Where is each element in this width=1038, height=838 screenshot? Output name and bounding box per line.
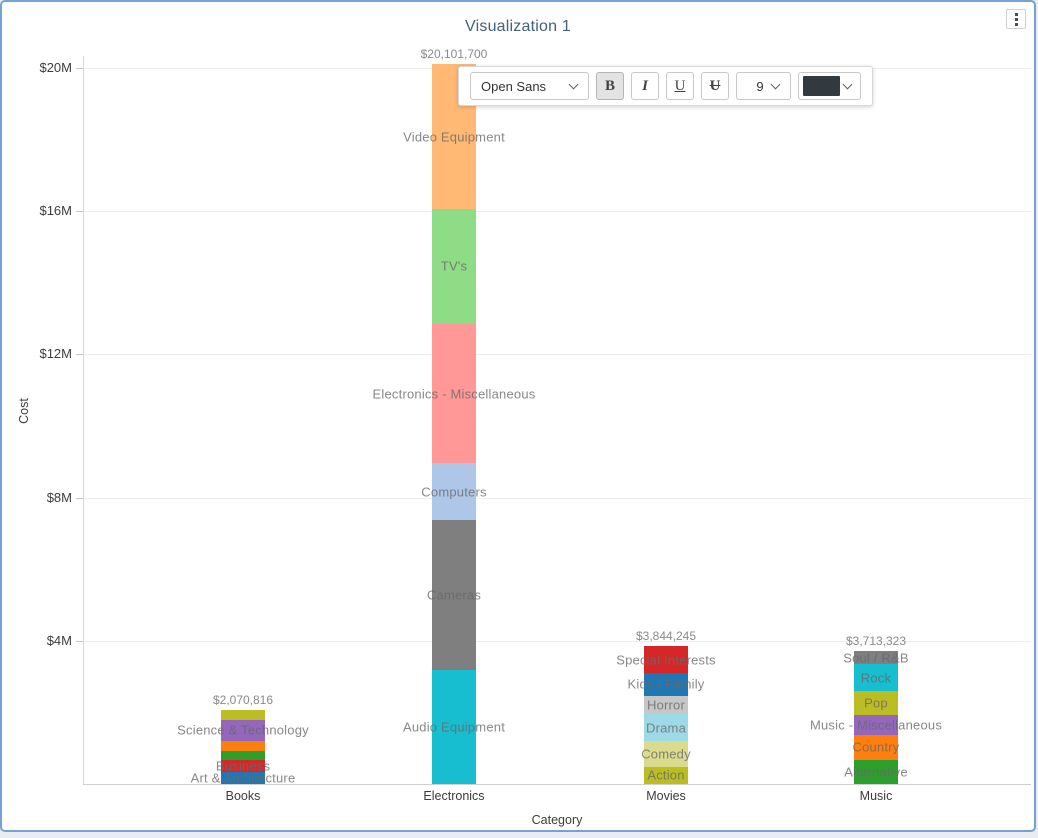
x-axis-tick-label: Movies	[586, 789, 746, 803]
color-swatch	[803, 76, 840, 96]
italic-icon: I	[642, 78, 648, 95]
y-axis-tick-label: $4M	[2, 633, 72, 648]
bar-segment-label: Electronics - Miscellaneous	[373, 386, 536, 401]
font-family-value: Open Sans	[481, 79, 546, 94]
y-axis-title: Cost	[17, 398, 31, 424]
bar-segment-label: TV's	[441, 259, 467, 274]
bar-segment-label: Audio Equipment	[403, 720, 505, 735]
bar-segment[interactable]	[221, 710, 265, 720]
y-axis-tick-label: $8M	[2, 490, 72, 505]
bar-segment-label: Business	[216, 758, 270, 773]
font-size-select[interactable]: 9	[736, 72, 791, 100]
gridline	[84, 211, 1031, 212]
y-axis-tick-mark	[76, 641, 83, 642]
bar-segment-label: Music - Miscellaneous	[810, 717, 942, 732]
italic-button[interactable]: I	[631, 72, 659, 100]
bar-segment-label: Comedy	[641, 747, 691, 762]
chevron-down-icon	[569, 80, 579, 90]
bar-total-label: $2,070,816	[163, 693, 323, 707]
y-axis-tick-label: $20M	[2, 60, 72, 75]
bar-segment-label: Kids / Family	[627, 677, 704, 692]
text-format-toolbar: Open Sans B I U U 9	[458, 66, 873, 106]
bar-total-label: $3,844,245	[586, 629, 746, 643]
bar-segment-label: Horror	[647, 698, 685, 713]
y-axis-line	[83, 56, 84, 785]
bold-button[interactable]: B	[596, 72, 624, 100]
gridline	[84, 498, 1031, 499]
x-axis-tick-label: Music	[796, 789, 956, 803]
bar-total-label: $20,101,700	[374, 47, 534, 61]
bar-segment-label: Science & Technology	[177, 723, 309, 738]
bar-segment[interactable]	[221, 741, 265, 751]
underline-button[interactable]: U	[666, 72, 694, 100]
bar-segment-label: Action	[647, 768, 684, 783]
bar-segment-label: Country	[853, 740, 900, 755]
y-axis-tick-mark	[76, 354, 83, 355]
font-family-select[interactable]: Open Sans	[470, 72, 589, 100]
bar-segment-label: Pop	[864, 695, 888, 710]
font-size-value: 9	[748, 79, 772, 94]
bold-icon: B	[605, 78, 615, 95]
bar-segment-label: Special Interests	[616, 652, 716, 667]
visualization-widget: Visualization 1 Cost Category $4M$8M$12M…	[0, 0, 1036, 832]
bar-segment-label: Drama	[646, 720, 686, 735]
bar-segment-label: Alternative	[844, 764, 908, 779]
bar-segment-label: Rock	[861, 670, 891, 685]
bar-segment-label: Cameras	[427, 588, 481, 603]
gridline	[84, 354, 1031, 355]
bar-total-label: $3,713,323	[796, 634, 956, 648]
y-axis-tick-mark	[76, 498, 83, 499]
underline-icon: U	[675, 78, 686, 95]
chevron-down-icon	[771, 80, 781, 90]
strikethrough-button[interactable]: U	[701, 72, 729, 100]
font-color-select[interactable]	[798, 72, 861, 100]
x-axis-tick-label: Books	[163, 789, 323, 803]
bar-segment-label: Soul / R&B	[843, 650, 909, 665]
bar-segment-label: Video Equipment	[403, 129, 505, 144]
y-axis-tick-mark	[76, 211, 83, 212]
y-axis-tick-mark	[76, 68, 83, 69]
x-axis-title: Category	[532, 813, 583, 827]
chart-plot-area: Cost Category $4M$8M$12M$16M$20MArt & Ar…	[2, 2, 1038, 834]
x-axis-tick-label: Electronics	[374, 789, 534, 803]
y-axis-tick-label: $16M	[2, 203, 72, 218]
bar-segment-label: Computers	[421, 484, 486, 499]
strikethrough-icon: U	[710, 78, 721, 95]
y-axis-tick-label: $12M	[2, 346, 72, 361]
chevron-down-icon	[843, 80, 853, 90]
